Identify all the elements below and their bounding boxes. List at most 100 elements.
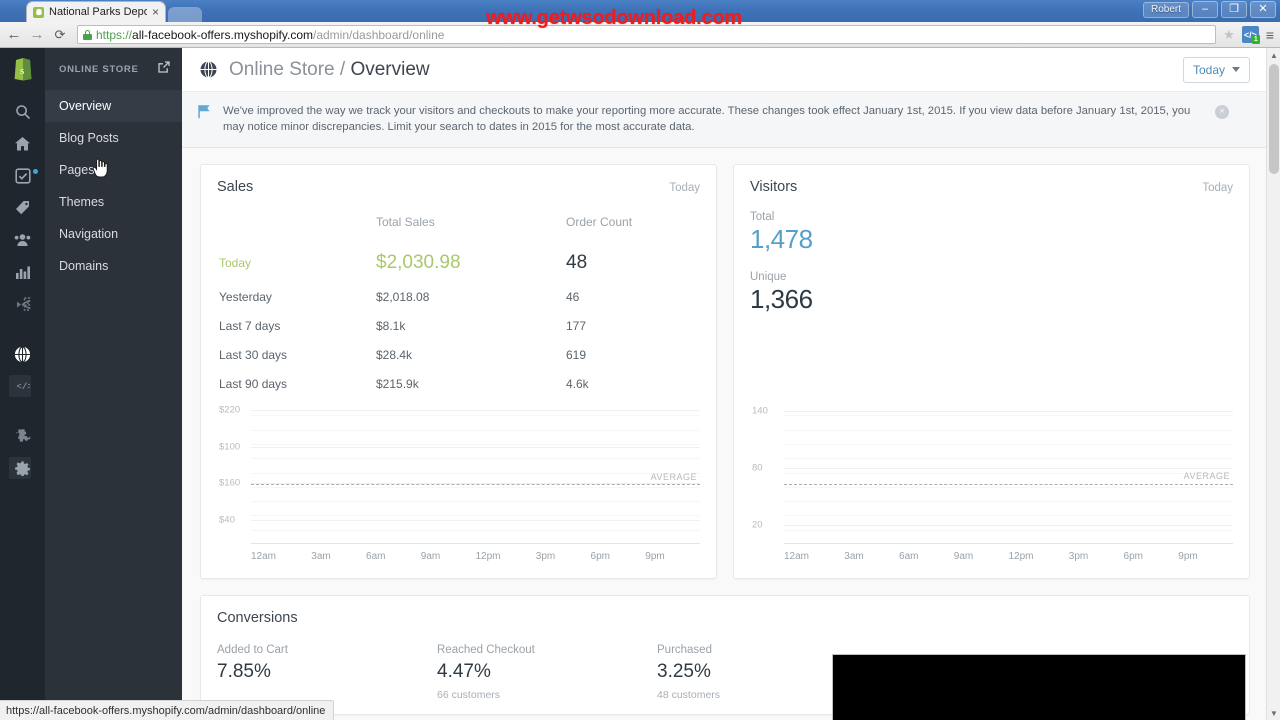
customers-icon[interactable] [0, 224, 45, 256]
shopify-logo-icon[interactable]: s [11, 56, 35, 82]
page-header: Online Store / Overview Today [182, 48, 1266, 92]
sales-chart: $40 $160 $100 $220 AVERAGE 12am 3am 6am 9am 12pm… [217, 401, 700, 566]
bookmark-star-icon[interactable]: ★ [1223, 27, 1235, 43]
minimize-button[interactable]: – [1192, 1, 1218, 18]
breadcrumb-parent: Online Store / [229, 58, 351, 80]
row-label: Today [219, 256, 252, 271]
lock-icon [83, 29, 92, 40]
scroll-down-icon[interactable]: ▼ [1267, 706, 1280, 720]
row-label: Last 90 days [219, 376, 288, 391]
extension-count-badge: 1 [1251, 35, 1260, 44]
sidebar-item-themes[interactable]: Themes [45, 186, 182, 218]
table-row: Last 7 days $8.1k 177 [219, 312, 698, 339]
row-label: Last 7 days [219, 318, 281, 333]
open-external-icon[interactable] [158, 60, 170, 78]
sales-table: Total Sales Order Count Today $2,030.98 … [217, 213, 700, 399]
sidebar-item-label: Themes [59, 195, 105, 209]
sales-col-total-sales: Total Sales [376, 215, 435, 230]
chart-y-tick-label: $100 [219, 441, 241, 453]
row-order-count: 619 [566, 347, 587, 362]
chart-x-tick: 9pm [645, 550, 665, 562]
date-filter-label: Today [1192, 62, 1225, 77]
visitors-card: Visitors Today Total 1,478 Unique 1,366 … [733, 164, 1250, 580]
sidebar-section-header: ONLINE STORE [45, 48, 182, 90]
scrollbar-thumb[interactable] [1269, 64, 1279, 174]
url-path: /admin/dashboard/online [313, 27, 445, 42]
sales-card-title: Sales [217, 179, 254, 196]
row-total-sales: $215.9k [376, 376, 419, 391]
row-order-count: 48 [566, 252, 588, 274]
back-icon[interactable]: ← [6, 27, 22, 42]
flag-icon [198, 104, 211, 124]
conversion-label: Reached Checkout [437, 644, 535, 657]
scroll-up-icon[interactable]: ▲ [1267, 48, 1280, 62]
shopify-icon-rail: s </ [0, 48, 45, 720]
tab-close-icon[interactable]: × [152, 6, 159, 18]
visitors-unique-value: 1,366 [750, 284, 813, 315]
close-icon[interactable]: × [1215, 105, 1229, 119]
chart-x-tick: 12pm [1008, 550, 1034, 562]
apps-icon[interactable] [0, 420, 45, 452]
chart-x-tick: 9am [953, 550, 974, 562]
sidebar-item-blog-posts[interactable]: Blog Posts [45, 122, 182, 154]
discounts-icon[interactable] [0, 288, 45, 320]
table-row: Last 90 days $215.9k 4.6k [219, 370, 698, 397]
info-banner: We've improved the way we track your vis… [182, 92, 1266, 149]
online-store-sidebar: ONLINE STORE Overview Blog Posts Pages T… [45, 48, 182, 720]
page-scrollbar[interactable]: ▲ ▼ [1266, 48, 1280, 720]
reload-icon[interactable]: ⟳ [52, 28, 68, 41]
close-window-button[interactable]: ✕ [1250, 1, 1276, 18]
sales-table-header-row: Total Sales Order Count [219, 215, 698, 243]
visitors-total-block: Total 1,478 [750, 211, 1233, 255]
visitors-chart: 20 80 140 AVERAGE 12am 3am 6am 9am 12pm 3pm 6pm 9p… [750, 401, 1233, 566]
home-icon[interactable] [0, 128, 45, 160]
visitors-total-value: 1,478 [750, 224, 813, 255]
row-label: Last 30 days [219, 347, 288, 362]
tab-title: National Parks Depo [49, 6, 147, 18]
user-chip[interactable]: Robert [1142, 1, 1189, 18]
orders-notification-dot [33, 169, 38, 174]
row-total-sales: $2,018.08 [376, 289, 430, 304]
sidebar-item-label: Navigation [59, 227, 119, 241]
page-viewport: s </ ONLINE STORE Overview Blog Posts Pa… [0, 48, 1280, 720]
reports-icon[interactable] [0, 256, 45, 288]
browser-tab[interactable]: National Parks Depo × [26, 1, 166, 22]
svg-text:s: s [20, 65, 24, 77]
row-order-count: 177 [566, 318, 587, 333]
code-extension-icon[interactable]: </> 1 [1241, 26, 1260, 44]
code-icon[interactable]: </> [0, 370, 45, 402]
chart-y-tick-label: $160 [219, 477, 241, 489]
sidebar-item-domains[interactable]: Domains [45, 250, 182, 282]
chart-bars [784, 401, 1233, 544]
shopify-favicon-icon [33, 6, 44, 18]
chart-x-tick: 9pm [1178, 550, 1198, 562]
chart-x-tick: 3am [311, 550, 331, 562]
sales-chart-x-axis: 12am 3am 6am 9am 12pm 3pm 6pm 9pm [251, 546, 700, 566]
row-total-sales: $8.1k [376, 318, 406, 333]
conversion-label: Added to Cart [217, 644, 288, 657]
browser-status-bar: https://all-facebook-offers.myshopify.co… [0, 700, 335, 720]
chart-x-tick: 12am [251, 550, 277, 562]
url-scheme: https:// [96, 27, 133, 42]
online-store-icon[interactable] [0, 338, 45, 370]
chart-baseline [784, 543, 1233, 545]
sidebar-item-pages[interactable]: Pages [45, 154, 182, 186]
visitors-chart-x-axis: 12am 3am 6am 9am 12pm 3pm 6pm 9pm [784, 546, 1233, 566]
sidebar-item-label: Blog Posts [59, 131, 119, 145]
conversion-reached-checkout: Reached Checkout 4.47% 66 customers [437, 644, 657, 701]
chart-y-tick-label: 80 [752, 462, 763, 474]
conversion-value: 4.47% [437, 661, 491, 683]
products-icon[interactable] [0, 192, 45, 224]
settings-icon[interactable] [0, 452, 45, 484]
new-tab-button[interactable] [168, 7, 202, 22]
date-filter-button[interactable]: Today [1182, 56, 1250, 83]
sidebar-item-navigation[interactable]: Navigation [45, 218, 182, 250]
window-controls: Robert – ❐ ✕ [1142, 1, 1276, 18]
chrome-menu-icon[interactable]: ≡ [1266, 27, 1274, 43]
maximize-button[interactable]: ❐ [1221, 1, 1247, 18]
orders-icon[interactable] [0, 160, 45, 192]
sidebar-item-overview[interactable]: Overview [45, 90, 182, 122]
forward-icon[interactable]: → [29, 27, 45, 42]
chart-x-tick: 12am [784, 550, 810, 562]
search-icon[interactable] [0, 96, 45, 128]
